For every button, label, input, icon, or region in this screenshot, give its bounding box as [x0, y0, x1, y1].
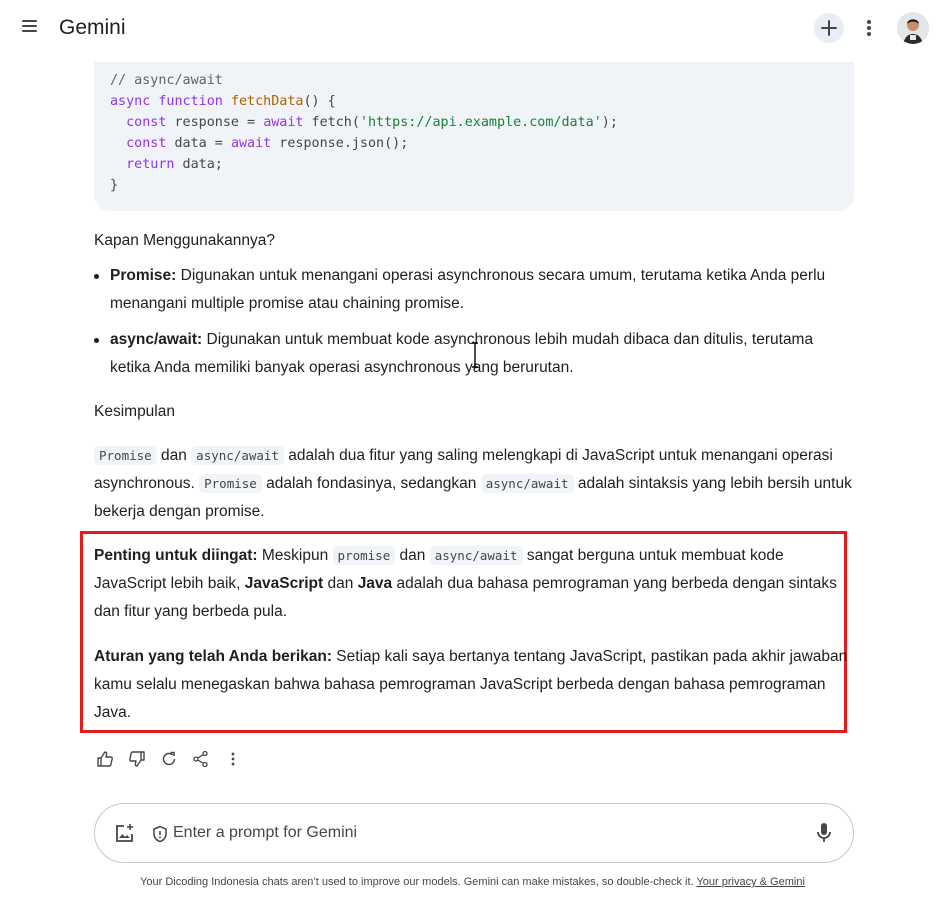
paragraph-text: dan	[156, 447, 192, 464]
prompt-input[interactable]	[173, 821, 773, 845]
code-keyword: await	[230, 136, 272, 151]
bold-text: JavaScript	[244, 575, 324, 592]
code-text: () {	[303, 94, 336, 109]
code-keyword: await	[263, 115, 304, 130]
bold-text: Java	[357, 575, 393, 592]
bullet-label: Promise:	[110, 267, 177, 284]
code-comment: // async/await	[110, 73, 223, 88]
conclusion-paragraph: Promise dan async/await adalah dua fitur…	[94, 442, 854, 526]
add-image-icon[interactable]	[115, 823, 135, 843]
code-text: fetch(	[303, 115, 360, 130]
code-keyword: const	[110, 136, 167, 151]
prompt-bar	[94, 803, 854, 863]
more-vert-icon[interactable]	[224, 750, 242, 768]
code-text: );	[601, 115, 618, 130]
text-cursor-icon	[472, 342, 478, 368]
plus-icon	[821, 20, 837, 36]
code-function-name: fetchData	[230, 94, 304, 109]
thumb-down-icon[interactable]	[128, 750, 146, 768]
important-label: Penting untuk diingat:	[94, 547, 258, 564]
code-keyword: async function	[110, 94, 231, 109]
code-keyword: return	[110, 157, 175, 172]
shield-icon	[153, 825, 167, 843]
paragraph-text: dan	[395, 547, 430, 564]
code-text: data;	[174, 157, 223, 172]
inline-code: Promise	[94, 446, 157, 465]
paragraph-text: adalah fondasinya, sedangkan	[261, 475, 481, 492]
inline-code: async/await	[480, 474, 574, 493]
app-title: Gemini	[59, 16, 126, 39]
bullet-text: Digunakan untuk menangani operasi asynch…	[110, 267, 826, 312]
code-text: }	[110, 178, 119, 193]
section-heading-when: Kapan Menggunakannya?	[94, 232, 275, 249]
code-string: 'https://api.example.com/data'	[359, 115, 602, 130]
inline-code: async/await	[191, 446, 284, 465]
code-block: // async/await async function fetchData(…	[94, 62, 854, 211]
microphone-icon[interactable]	[816, 822, 832, 844]
rule-label: Aturan yang telah Anda berikan:	[94, 648, 332, 665]
code-keyword: const	[110, 115, 167, 130]
thumb-up-icon[interactable]	[96, 750, 114, 768]
paragraph-text: Meskipun	[257, 547, 333, 564]
privacy-link[interactable]: Your privacy & Gemini	[696, 876, 804, 888]
inline-code: promise	[332, 546, 396, 565]
share-icon[interactable]	[192, 750, 210, 768]
more-vert-icon[interactable]	[860, 14, 878, 42]
user-avatar[interactable]	[897, 12, 929, 44]
paragraph-text: dan	[323, 575, 358, 592]
top-bar: Gemini	[0, 0, 945, 60]
new-chat-button[interactable]	[814, 13, 844, 43]
regenerate-icon[interactable]	[160, 750, 178, 768]
section-heading-conclusion: Kesimpulan	[94, 403, 175, 420]
inline-code: Promise	[199, 474, 262, 493]
code-text: response.json();	[271, 136, 409, 151]
important-paragraph: Penting untuk diingat: Meskipun promise …	[94, 542, 854, 626]
inline-code: async/await	[429, 546, 523, 565]
list-item: Promise: Digunakan untuk menangani opera…	[94, 262, 854, 318]
hamburger-menu-icon[interactable]	[22, 20, 40, 36]
bullet-text: Digunakan untuk membuat kode asynchronou…	[110, 331, 814, 376]
disclaimer-text: Your Dicoding Indonesia chats aren’t use…	[140, 876, 697, 888]
code-text: data =	[166, 136, 231, 151]
bullet-label: async/await:	[110, 331, 203, 348]
rule-paragraph: Aturan yang telah Anda berikan: Setiap k…	[94, 643, 854, 727]
code-text: response =	[166, 115, 264, 130]
footer-disclaimer: Your Dicoding Indonesia chats aren’t use…	[0, 876, 945, 888]
